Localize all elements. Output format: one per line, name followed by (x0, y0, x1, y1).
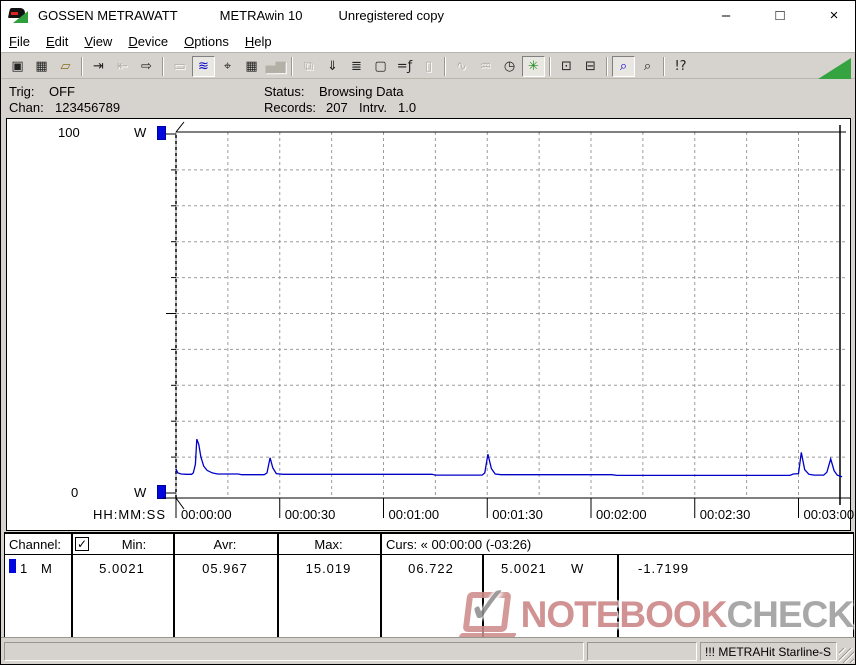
zoom-curve-icon[interactable]: ⌕ (612, 56, 635, 77)
save-as-icon[interactable]: ▦ (30, 56, 53, 77)
device-write-icon[interactable]: ⇥ (87, 56, 110, 77)
toolbar-separator (606, 57, 608, 76)
device-store-icon[interactable]: ⇓ (321, 56, 344, 77)
resize-grip[interactable] (839, 648, 854, 663)
monitor-icon[interactable]: ▢ (369, 56, 392, 77)
records-value: 207 (326, 100, 348, 115)
toolbar-separator (291, 57, 293, 76)
status-value: Browsing Data (319, 84, 404, 99)
max-value: 15.019 (277, 561, 380, 576)
title-bar: GOSSEN METRAWATT METRAwin 10 Unregistere… (1, 1, 855, 30)
avr-column-header: Avr: (173, 537, 277, 552)
cursor-stats-table: Channel: ✓ Min: Avr: Max: Curs: « 00:00:… (4, 532, 854, 639)
statusbar-panel-main (4, 642, 584, 661)
avr-value: 05.967 (173, 561, 277, 576)
curve-view-icon[interactable]: ≋ (192, 56, 215, 77)
records-label: Records: (264, 100, 316, 115)
cursor-value-c: -1.7199 (638, 561, 689, 576)
live-monitor-icon[interactable]: ✳ (522, 56, 545, 77)
table-divider (482, 554, 484, 638)
channel-visible-checkbox[interactable]: ✓ (75, 537, 89, 551)
close-icon[interactable]: × (825, 7, 843, 24)
scope-view-icon[interactable]: ⌖ (216, 56, 239, 77)
title-product: METRAwin 10 (220, 8, 303, 23)
toolbar-separator (81, 57, 83, 76)
chart-panel[interactable]: 100 W 0 W HH:MM:SS 00:00:0000:00:3000:01… (6, 118, 851, 531)
menu-file[interactable]: File (1, 32, 38, 51)
table-divider (71, 534, 73, 638)
toolbar-separator (162, 57, 164, 76)
title-app-name: GOSSEN METRAWATT (38, 8, 178, 23)
channel-column-header: Channel: (9, 537, 61, 552)
table-divider (380, 534, 382, 638)
device-offline-icon: ▯ (417, 56, 440, 77)
export-icon: ⧉ (297, 56, 320, 77)
channel-mode: M (41, 561, 53, 576)
wave-pair-icon: ∿ (450, 56, 473, 77)
title-license-note: Unregistered copy (338, 8, 444, 23)
status-label: Status: (264, 84, 304, 99)
channel-row-color-marker (9, 559, 16, 573)
meter-display-icon: ▭ (168, 56, 191, 77)
wave-dense-icon: ♒ (474, 56, 497, 77)
max-column-header: Max: (277, 537, 380, 552)
data-series-line (176, 439, 842, 477)
timer-icon[interactable]: ◷ (498, 56, 521, 77)
cursor-value-b-unit: W (571, 561, 584, 576)
toolbar-separator (663, 57, 665, 76)
channel-config-icon[interactable]: ≣ (345, 56, 368, 77)
zoom-free-icon[interactable]: ⌕ (636, 56, 659, 77)
cursor-value-a: 06.722 (380, 561, 482, 576)
menu-help[interactable]: Help (237, 32, 280, 51)
bargraph-view-icon: ▄▆ (264, 56, 287, 77)
menu-view[interactable]: View (76, 32, 120, 51)
chan-label: Chan: (9, 100, 44, 115)
toolbar: ▣▦▱⇥⇤⇨▭≋⌖▦▄▆⧉⇓≣▢=ƒ▯∿♒◷✳⊡⊟⌕⌕!? (1, 54, 855, 79)
min-column-header: Min: (95, 537, 173, 552)
channel-id: 1 (20, 561, 28, 576)
app-logo-icon (9, 8, 28, 23)
cursor-value-b: 5.0021 (501, 561, 547, 576)
table-divider (617, 554, 619, 638)
toolbar-separator (444, 57, 446, 76)
table-view-icon[interactable]: ▦ (240, 56, 263, 77)
minimize-icon[interactable]: – (717, 7, 735, 24)
print-icon[interactable]: ⊟ (579, 56, 602, 77)
trig-value: OFF (49, 84, 75, 99)
trig-label: Trig: (9, 84, 35, 99)
menu-options[interactable]: Options (176, 32, 237, 51)
chan-value: 123456789 (55, 100, 120, 115)
menu-bar: FileEditViewDeviceOptionsHelp (1, 30, 855, 53)
device-clear-icon: ⇤ (111, 56, 134, 77)
menu-device[interactable]: Device (120, 32, 176, 51)
device-read-icon[interactable]: ⇨ (135, 56, 158, 77)
open-icon[interactable]: ▱ (54, 56, 77, 77)
corner-status-triangle (818, 58, 851, 79)
acquisition-infobar: Trig: OFF Chan: 123456789 Status: Browsi… (1, 80, 855, 118)
table-header-rule (5, 554, 853, 555)
interval-label: Intrv. (359, 100, 387, 115)
save-icon[interactable]: ▣ (6, 56, 29, 77)
min-value: 5.0021 (71, 561, 173, 576)
statusbar-panel-secondary (587, 642, 697, 661)
metrawin-window: GOSSEN METRAWATT METRAwin 10 Unregistere… (0, 0, 856, 665)
cursor-column-header: Curs: « 00:00:00 (-03:26) (386, 537, 531, 552)
statusbar-panel-device: !!! METRAHit Starline-S (700, 642, 837, 661)
formula-icon[interactable]: =ƒ (393, 56, 416, 77)
maximize-icon[interactable]: □ (771, 7, 789, 24)
status-bar: !!! METRAHit Starline-S (1, 637, 855, 664)
menu-edit[interactable]: Edit (38, 32, 76, 51)
interval-value: 1.0 (398, 100, 416, 115)
toolbar-separator (549, 57, 551, 76)
hint-bubble-icon[interactable]: !? (669, 56, 692, 77)
window-title: GOSSEN METRAWATT METRAwin 10 Unregistere… (38, 8, 444, 23)
plot-canvas[interactable] (7, 119, 850, 530)
print-preview-icon[interactable]: ⊡ (555, 56, 578, 77)
